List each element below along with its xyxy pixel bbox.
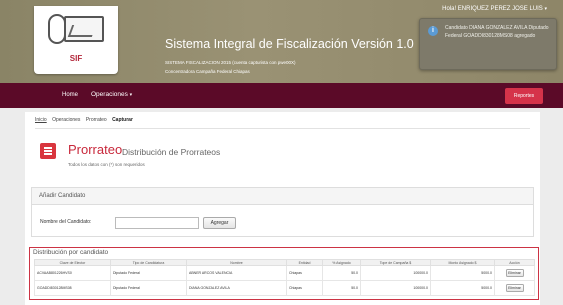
logo-text: SIF xyxy=(69,54,83,63)
header-band: SIF Sistema Integral de Fiscalización Ve… xyxy=(0,0,563,83)
notification-toast[interactable]: i Candidato DIANA GONZALEZ AVILA Diputad… xyxy=(419,18,557,70)
breadcrumb-current: Capturar xyxy=(112,117,133,123)
cell-monto: 5000.0 xyxy=(430,280,495,296)
panel-heading: Añadir Candidato xyxy=(32,188,533,205)
breadcrumb: Inicio Operaciones Prorrateo Capturar xyxy=(35,117,133,123)
cell-tipo: Diputado Federal xyxy=(110,265,187,281)
monitor-chart-icon xyxy=(64,16,104,42)
page-subtitle: Distribución de Prorrateos xyxy=(122,147,221,157)
cell-clave: GOADDI830128MS08 xyxy=(34,280,111,296)
cell-tope: 100000.0 xyxy=(360,280,431,296)
cell-tipo: Diputado Federal xyxy=(110,280,187,296)
distribution-heading: Distribución por candidato xyxy=(33,249,109,256)
cell-porcentaje: 50.0 xyxy=(322,280,361,296)
nav-operaciones-label: Operaciones xyxy=(91,91,128,98)
sif-logo: SIF xyxy=(34,6,118,74)
system-subtitle-line2: Concentradora Campaña Federal Chiapas xyxy=(165,69,250,74)
chevron-down-icon: ▾ xyxy=(544,6,547,12)
divider xyxy=(35,128,530,129)
content-card: Inicio Operaciones Prorrateo Capturar Pr… xyxy=(25,112,540,305)
main-nav: Home Operaciones ▾ xyxy=(0,83,563,108)
add-candidate-panel: Añadir Candidato Nombre del Candidato: A… xyxy=(31,187,534,237)
candidate-name-input[interactable] xyxy=(115,217,199,229)
cell-porcentaje: 50.0 xyxy=(322,265,361,281)
user-menu[interactable]: Hola! ENRIQUEZ PEREZ JOSE LUIS ▾ xyxy=(442,6,547,12)
candidate-name-label: Nombre del Candidato: xyxy=(40,219,92,225)
info-icon: i xyxy=(428,26,438,36)
system-title: Sistema Integral de Fiscalización Versió… xyxy=(165,37,414,51)
cell-nombre: DIANA GONZALEZ AVILA xyxy=(186,280,287,296)
cell-tope: 100000.0 xyxy=(360,265,431,281)
notification-text: Candidato DIANA GONZALEZ AVILA Diputado … xyxy=(445,25,549,39)
cell-clave: ACVAAB801226HVS0 xyxy=(34,265,111,281)
distribution-table: Clave de Elector Tipo de Candidatura Nom… xyxy=(34,259,535,296)
reportes-button[interactable]: Reportes xyxy=(505,88,543,104)
eliminar-button[interactable]: Eliminar xyxy=(505,284,524,292)
table-row: ACVAAB801226HVS0 Diputado Federal ABNER … xyxy=(34,265,535,281)
cell-entidad: Chiapas xyxy=(286,265,323,281)
nav-home[interactable]: Home xyxy=(62,92,78,98)
chevron-down-icon: ▾ xyxy=(129,92,133,98)
system-subtitle-line1: SISTEMA FISCALIZACION 2015 (cuenta captu… xyxy=(165,60,296,65)
required-note: Todos los datos con (*) son requeridos xyxy=(68,162,145,167)
table-row: GOADDI830128MS08 Diputado Federal DIANA … xyxy=(34,280,535,296)
app-page: SIF Sistema Integral de Fiscalización Ve… xyxy=(0,0,563,305)
agregar-button[interactable]: Agregar xyxy=(203,217,236,229)
page-title: Prorrateo xyxy=(68,142,123,157)
list-document-icon xyxy=(40,143,56,159)
user-name: Hola! ENRIQUEZ PEREZ JOSE LUIS xyxy=(442,6,543,12)
cell-accion: Eliminar xyxy=(494,265,535,281)
breadcrumb-operaciones[interactable]: Operaciones xyxy=(52,117,80,123)
breadcrumb-prorrateo[interactable]: Prorrateo xyxy=(86,117,107,123)
cell-monto: 5000.0 xyxy=(430,265,495,281)
cell-nombre: ABNER ARCOS VALENCIA xyxy=(186,265,287,281)
cell-entidad: Chiapas xyxy=(286,280,323,296)
nav-operaciones[interactable]: Operaciones ▾ xyxy=(91,91,132,98)
distribution-section: Distribución por candidato Clave de Elec… xyxy=(29,247,539,300)
cell-accion: Eliminar xyxy=(494,280,535,296)
eliminar-button[interactable]: Eliminar xyxy=(505,269,524,277)
breadcrumb-inicio[interactable]: Inicio xyxy=(35,117,47,123)
